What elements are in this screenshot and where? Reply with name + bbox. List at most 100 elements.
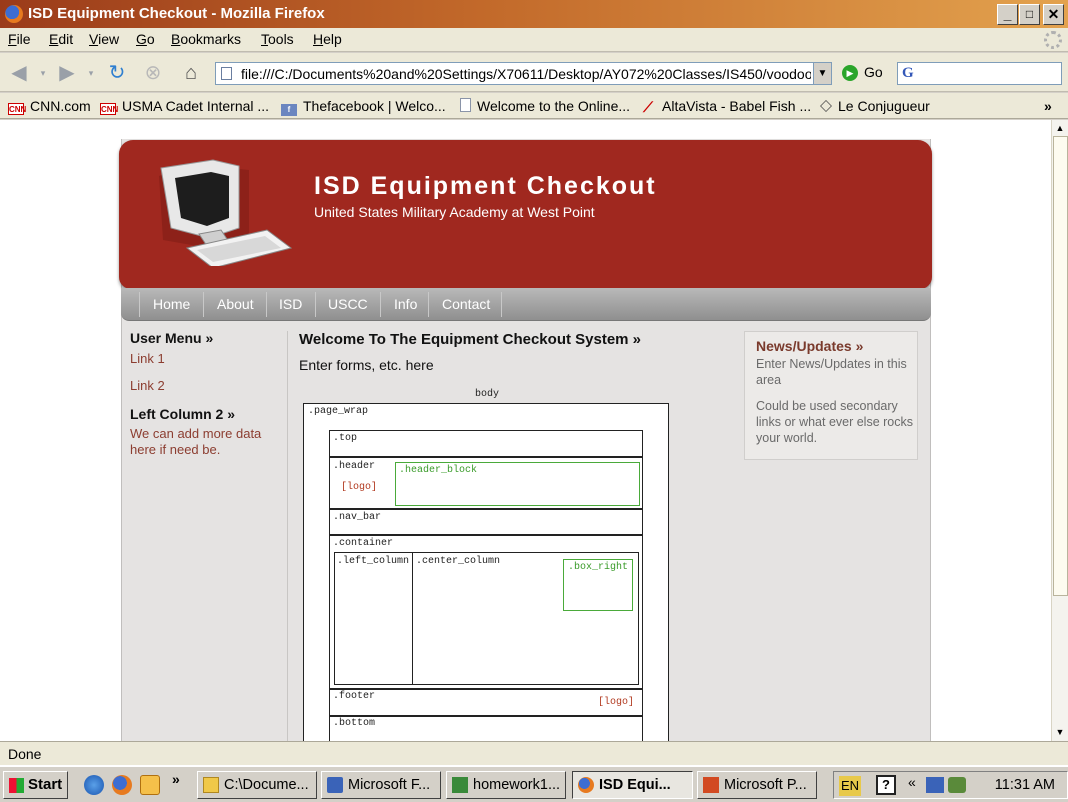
bookmark-facebook[interactable]: f Thefacebook | Welco... (281, 98, 446, 116)
start-button[interactable]: Start (3, 771, 68, 799)
menu-bookmarks[interactable]: Bookmarks (171, 31, 241, 47)
clock-app-icon[interactable] (140, 775, 160, 795)
window-titlebar[interactable]: ISD Equipment Checkout - Mozilla Firefox… (0, 0, 1068, 28)
left-column-2-heading: Left Column 2 » (130, 406, 236, 422)
internet-explorer-icon[interactable] (84, 775, 104, 795)
frontpage-icon (327, 777, 343, 793)
menu-edit[interactable]: Edit (49, 31, 73, 47)
search-input[interactable]: G (897, 62, 1062, 85)
menu-go[interactable]: Go (136, 31, 155, 47)
diagram-footer: .footer [logo] (329, 689, 643, 716)
menu-file[interactable]: File (8, 31, 31, 47)
google-search-icon[interactable]: G (902, 65, 914, 82)
task-explorer[interactable]: C:\Docume... (197, 771, 317, 799)
nav-uscc[interactable]: USCC (328, 296, 368, 312)
scrollbar-thumb[interactable] (1053, 136, 1068, 596)
content-viewport: ISD Equipment Checkout United States Mil… (0, 120, 1051, 741)
bookmark-online[interactable]: Welcome to the Online... (460, 98, 630, 114)
bookmark-altavista[interactable]: ⟋ AltaVista - Babel Fish ... (640, 98, 811, 114)
tray-expand-button[interactable]: « (908, 774, 916, 790)
diagram-box-right: .box_right (563, 559, 633, 611)
bookmark-cnn[interactable]: CNN CNN.com (8, 98, 91, 115)
page-icon (221, 67, 232, 80)
minimize-button[interactable]: _ (997, 4, 1018, 25)
bookmarks-overflow-button[interactable]: » (1044, 98, 1052, 114)
vertical-scrollbar[interactable]: ▲ ▼ (1051, 120, 1068, 741)
diagram-label: .left_column (337, 556, 410, 567)
menu-help[interactable]: Help (313, 31, 342, 47)
bookmark-usma[interactable]: CNN USMA Cadet Internal ... (100, 98, 269, 115)
cnn-icon: CNN (100, 103, 119, 115)
image-icon (452, 777, 468, 793)
nav-contact[interactable]: Contact (442, 296, 490, 312)
diagram-header: .header [logo] .header_block (329, 457, 643, 509)
status-text: Done (8, 746, 42, 762)
task-firefox[interactable]: ISD Equi... (572, 771, 693, 799)
site-subtitle: United States Military Academy at West P… (314, 204, 595, 220)
diagram-logo-label: [logo] (341, 482, 378, 493)
restore-button[interactable]: □ (1019, 4, 1040, 25)
diagram-label: .bottom (333, 718, 376, 729)
clock: 11:31 AM (994, 777, 1055, 793)
scroll-down-icon[interactable]: ▼ (1052, 724, 1068, 740)
network-icon[interactable] (926, 777, 944, 793)
diagram-label: .header (333, 461, 376, 472)
left-link-1[interactable]: Link 1 (130, 351, 285, 366)
status-bar: Done (0, 741, 1068, 765)
diagram-header-block: .header_block (395, 462, 640, 506)
scroll-up-icon[interactable]: ▲ (1052, 120, 1068, 136)
task-powerpoint[interactable]: Microsoft P... (697, 771, 817, 799)
left-link-2[interactable]: Link 2 (130, 378, 285, 393)
bookmark-conjugueur[interactable]: Le Conjugueur (820, 98, 930, 114)
diagram-label: .top (333, 433, 358, 444)
left-column: User Menu » Link 1 Link 2 Left Column 2 … (130, 330, 285, 458)
diagram-nav-bar: .nav_bar (329, 509, 643, 535)
address-bar[interactable]: file:///C:/Documents%20and%20Settings/X7… (215, 62, 832, 85)
menu-view[interactable]: View (89, 31, 119, 47)
site-header: ISD Equipment Checkout United States Mil… (119, 140, 932, 289)
home-icon[interactable]: ⌂ (178, 60, 204, 86)
nav-isd[interactable]: ISD (279, 296, 302, 312)
menu-tools[interactable]: Tools (261, 31, 294, 47)
throbber-icon (1044, 31, 1062, 49)
diagram-label: .header_block (399, 465, 478, 476)
nav-home[interactable]: Home (153, 296, 190, 312)
task-frontpage[interactable]: Microsoft F... (321, 771, 441, 799)
back-arrow-icon[interactable]: ◀ (6, 60, 32, 86)
forward-dropdown-icon[interactable]: ▾ (86, 60, 96, 86)
stop-icon[interactable]: ⊗ (140, 60, 166, 86)
facebook-icon: f (281, 104, 297, 116)
news-updates-text: Enter News/Updates in this area (756, 357, 907, 387)
nav-info[interactable]: Info (394, 296, 417, 312)
quicklaunch-overflow-button[interactable]: » (172, 771, 180, 787)
nav-separator (501, 292, 502, 317)
diagram-label: .container (333, 538, 394, 549)
windows-taskbar: Start » C:\Docume... Microsoft F... home… (0, 765, 1068, 802)
powerpoint-icon (703, 777, 719, 793)
chevron-down-icon[interactable]: ▼ (813, 63, 831, 84)
computer-logo-icon (159, 159, 293, 266)
diagram-label: .nav_bar (333, 512, 382, 523)
diagram-label: .box_right (568, 562, 629, 573)
language-indicator[interactable]: EN (839, 776, 861, 796)
center-intro: Enter forms, etc. here (299, 357, 434, 373)
back-dropdown-icon[interactable]: ▾ (38, 60, 48, 86)
nav-separator (266, 292, 267, 317)
diagram-label: .center_column (416, 556, 501, 567)
nav-about[interactable]: About (217, 296, 254, 312)
news-updates-secondary-text: Could be used secondary links or what ev… (756, 399, 914, 445)
firefox-icon[interactable] (112, 775, 132, 795)
nav-separator (428, 292, 429, 317)
diagram-footer-logo-label: [logo] (597, 697, 634, 708)
go-button[interactable]: ▶ Go (842, 64, 883, 82)
nav-separator (203, 292, 204, 317)
forward-arrow-icon[interactable]: ▶ (54, 60, 80, 86)
window-title: ISD Equipment Checkout - Mozilla Firefox (28, 5, 325, 22)
diagram-top: .top (329, 430, 643, 457)
task-homework[interactable]: homework1... (446, 771, 566, 799)
security-icon[interactable] (948, 777, 966, 793)
reload-icon[interactable]: ↻ (104, 60, 130, 86)
close-button[interactable]: ✕ (1043, 4, 1064, 25)
address-input[interactable]: file:///C:/Documents%20and%20Settings/X7… (241, 66, 811, 82)
help-icon[interactable]: ? (876, 775, 896, 795)
